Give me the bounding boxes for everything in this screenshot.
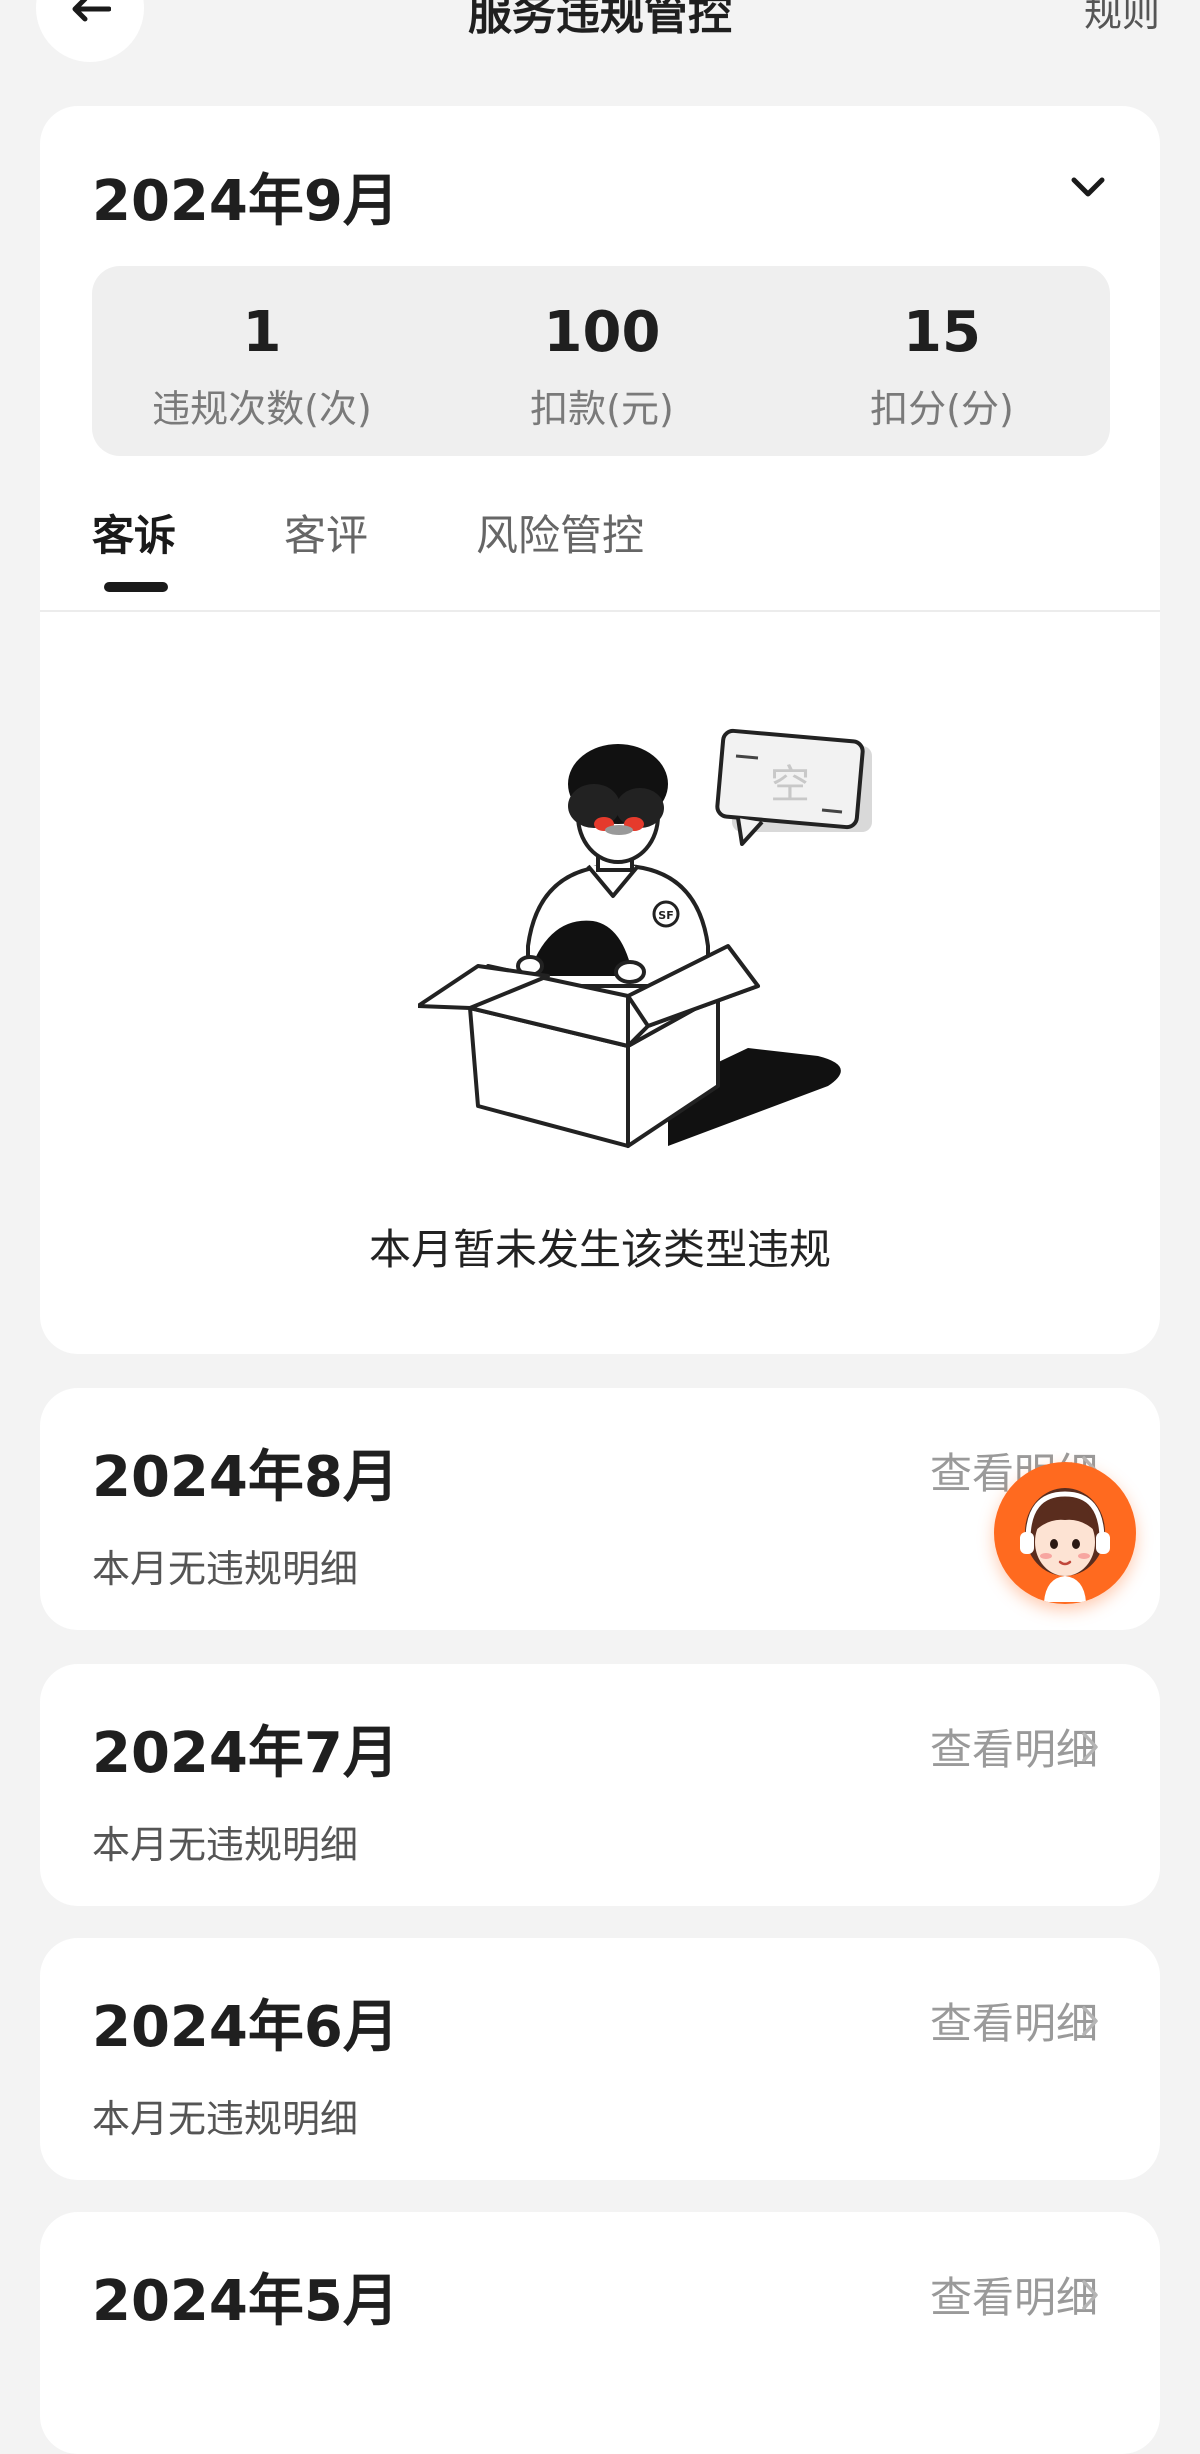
- month-title: 2024年7月: [92, 1721, 399, 1786]
- stat-value: 1: [242, 300, 282, 365]
- month-card-june[interactable]: 2024年6月 查看明细 本月无违规明细: [40, 1938, 1160, 2180]
- chevron-down-icon[interactable]: [1068, 172, 1108, 202]
- violation-type-tabs: 客诉 客评 风险管控: [40, 486, 1160, 612]
- month-card-may[interactable]: 2024年5月 查看明细: [40, 2212, 1160, 2454]
- top-bar: 服务违规管控 规则: [0, 0, 1200, 70]
- month-subtitle: 本月无违规明细: [92, 2097, 359, 2141]
- month-card-july[interactable]: 2024年7月 查看明细 本月无违规明细: [40, 1664, 1160, 1906]
- tab-complaints[interactable]: 客诉: [92, 502, 176, 563]
- violation-summary: 1 违规次数(次) 100 扣款(元) 15 扣分(分): [92, 266, 1110, 456]
- view-details-link[interactable]: 查看明细: [930, 2264, 1098, 2325]
- current-month-card: 2024年9月 1 违规次数(次) 100 扣款(元) 15 扣分(分) 客诉 …: [40, 106, 1160, 1354]
- active-tab-indicator: [104, 582, 168, 592]
- customer-service-button[interactable]: [994, 1462, 1136, 1604]
- stat-deduction-points: 15 扣分(分): [772, 266, 1112, 456]
- customer-service-avatar-icon: [1020, 1488, 1110, 1602]
- tab-reviews[interactable]: 客评: [284, 502, 368, 563]
- page-title: 服务违规管控: [468, 0, 732, 40]
- rules-link[interactable]: 规则: [1084, 0, 1160, 37]
- stat-label: 扣分(分): [870, 387, 1014, 431]
- month-title: 2024年5月: [92, 2269, 399, 2334]
- chevron-right-icon[interactable]: [1080, 2278, 1100, 2312]
- view-details-link[interactable]: 查看明细: [930, 1716, 1098, 1777]
- month-subtitle: 本月无违规明细: [92, 1547, 359, 1591]
- stat-label: 扣款(元): [530, 387, 674, 431]
- chevron-right-icon[interactable]: [1080, 1730, 1100, 1764]
- svg-text:SF: SF: [658, 909, 673, 922]
- month-title: 2024年6月: [92, 1995, 399, 2060]
- month-card-august[interactable]: 2024年8月 查看明细 本月无违规明细: [40, 1388, 1160, 1630]
- stat-violation-count: 1 违规次数(次): [92, 266, 432, 456]
- speech-bubble-icon: 空: [715, 728, 872, 846]
- month-subtitle: 本月无违规明细: [92, 1823, 359, 1867]
- view-details-link[interactable]: 查看明细: [930, 1990, 1098, 2051]
- month-title: 2024年8月: [92, 1445, 399, 1510]
- stat-value: 15: [903, 300, 981, 365]
- stat-value: 100: [543, 300, 661, 365]
- tab-risk-control[interactable]: 风险管控: [476, 502, 644, 563]
- empty-badge-text: 空: [770, 762, 810, 808]
- empty-state-message: 本月暂未发生该类型违规: [368, 1225, 831, 1274]
- stat-label: 违规次数(次): [152, 387, 372, 431]
- month-selector-label[interactable]: 2024年9月: [92, 156, 399, 237]
- stat-deduction-amount: 100 扣款(元): [432, 266, 772, 456]
- chevron-right-icon[interactable]: [1080, 2004, 1100, 2038]
- empty-box-illustration: 空 SF: [418, 728, 872, 1148]
